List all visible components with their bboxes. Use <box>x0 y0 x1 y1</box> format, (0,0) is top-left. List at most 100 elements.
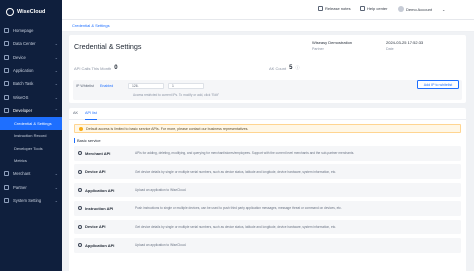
ip-whitelist-note: Access restricted to current IPs. To mod… <box>133 93 219 97</box>
chevron-down-icon: ⌄ <box>54 68 58 74</box>
logo-icon <box>6 8 14 16</box>
api-calls-label: API Calls This Month <box>74 65 112 71</box>
release-notes-link[interactable]: Release notes <box>318 6 351 11</box>
chevron-down-icon: ⌄ <box>54 41 58 47</box>
list-item[interactable]: Merchant API APIs for adding, deleting, … <box>74 146 461 161</box>
sidebar-item-label: Application <box>13 68 34 74</box>
org-name: Wiseasy Demostration <box>312 40 353 45</box>
sidebar-item-label: Data Center <box>13 41 36 47</box>
partner-icon <box>4 184 9 190</box>
list-item[interactable]: Application API Upload an application to… <box>74 237 461 253</box>
notice-banner: Default access is limited to basic servi… <box>74 124 461 133</box>
api-icon <box>78 206 82 211</box>
list-item[interactable]: Device API Get device details by single … <box>74 219 461 235</box>
sidebar-item-label: Homepage <box>13 28 34 34</box>
sidebar-item-application[interactable]: Application ⌄ <box>0 64 62 77</box>
release-notes-label: Release notes <box>325 6 351 11</box>
sidebar-subitem-credential-settings[interactable]: Credential & Settings <box>0 117 62 130</box>
sidebar-item-homepage[interactable]: Homepage <box>0 24 62 37</box>
api-name: Device API <box>85 169 106 175</box>
top-bar: Release notes Help center Demo Account ⌄ <box>62 0 474 20</box>
device-icon <box>4 54 9 60</box>
logo[interactable]: WiseCloud <box>0 0 62 24</box>
ak-count-stat: AK Count 5 ⓘ <box>269 65 299 71</box>
chevron-up-icon: ⌃ <box>54 107 58 113</box>
org-date-label: Date <box>386 47 394 51</box>
ip-whitelist-box: IP Whitelist Enabled 126. 1 Access restr… <box>73 80 462 100</box>
api-description: Upload an application to WiseCloud. <box>135 188 187 193</box>
sidebar-item-system-setting[interactable]: System Setting ⌄ <box>0 194 62 207</box>
sidebar-item-merchant[interactable]: Merchant ⌄ <box>0 167 62 180</box>
main-content: Credential & Settings Wiseasy Demostrati… <box>69 35 466 271</box>
info-icon[interactable]: ⓘ <box>295 65 299 71</box>
api-name: Merchant API <box>85 150 111 156</box>
warning-icon <box>79 126 83 131</box>
tab-ak[interactable]: AK <box>73 111 78 115</box>
api-name: Application API <box>85 187 115 193</box>
account-name: Demo Account <box>406 6 433 12</box>
ip-chip: 1 <box>168 83 204 89</box>
api-name: Application API <box>85 242 115 248</box>
ip-whitelist-status: Enabled <box>100 84 114 88</box>
sidebar-item-label: Partner <box>13 184 27 190</box>
ak-count-label: AK Count <box>269 65 287 71</box>
help-center-label: Help center <box>367 6 388 11</box>
list-item[interactable]: Device API Get device details by single … <box>74 164 461 179</box>
notice-text: Default access is limited to basic servi… <box>86 126 249 131</box>
sidebar-item-label: System Setting <box>13 197 42 203</box>
sidebar-item-label: Batch Task <box>13 81 34 87</box>
sidebar-item-wiseos[interactable]: WiseOS ⌄ <box>0 90 62 103</box>
api-card: AK API list Default access is limited to… <box>69 108 466 271</box>
list-item[interactable]: Application API Upload an application to… <box>74 182 461 198</box>
help-icon <box>360 6 365 11</box>
home-icon <box>4 28 9 34</box>
section-title: Basic service <box>74 138 466 143</box>
account-menu[interactable]: Demo Account ⌄ <box>398 6 445 12</box>
api-description: Get device details by single or multiple… <box>135 224 337 229</box>
os-icon <box>4 94 9 100</box>
breadcrumb[interactable]: Credential & Settings <box>62 20 474 32</box>
list-item[interactable]: Instruction API Push instructions to sin… <box>74 201 461 216</box>
header-card: Credential & Settings Wiseasy Demostrati… <box>69 35 466 103</box>
chevron-down-icon: ⌄ <box>54 81 58 87</box>
tab-active-indicator <box>85 119 97 120</box>
chevron-down-icon: ⌄ <box>54 94 58 100</box>
sidebar-item-batch-task[interactable]: Batch Task ⌄ <box>0 77 62 90</box>
chevron-down-icon: ⌄ <box>442 6 446 12</box>
document-icon <box>318 6 323 11</box>
api-name: Instruction API <box>85 205 114 211</box>
api-description: APIs for adding, deleting, modifying, an… <box>135 151 355 156</box>
ip-whitelist-label: IP Whitelist <box>76 84 94 88</box>
api-icon <box>78 188 82 193</box>
sidebar: WiseCloud Homepage Data Center ⌄ Device ⌄ … <box>0 0 62 271</box>
setting-icon <box>4 197 9 203</box>
chevron-down-icon: ⌄ <box>54 184 58 190</box>
sidebar-subitem-instruction-record[interactable]: Instruction Record <box>0 130 62 143</box>
sidebar-item-label: WiseOS <box>13 94 29 100</box>
chevron-down-icon: ⌄ <box>54 171 58 177</box>
add-ip-whitelist-button[interactable]: Add IP to whitelist <box>417 80 459 89</box>
api-description: Get device details by single or multiple… <box>135 169 337 174</box>
api-icon <box>78 224 82 229</box>
chevron-down-icon: ⌄ <box>54 54 58 60</box>
sidebar-item-label: Device <box>13 54 26 60</box>
api-description: Upload an application to WiseCloud. <box>135 243 187 248</box>
api-calls-stat: API Calls This Month 0 <box>74 65 118 71</box>
code-icon <box>4 107 9 113</box>
help-center-link[interactable]: Help center <box>360 6 387 11</box>
org-role: Partner <box>312 47 324 51</box>
org-date-value: 2024-03-25 17:52:33 <box>386 40 424 45</box>
api-icon <box>78 169 82 174</box>
api-description: Push instructions to single or multiple … <box>135 206 342 211</box>
sidebar-item-device[interactable]: Device ⌄ <box>0 51 62 64</box>
sidebar-item-data-center[interactable]: Data Center ⌄ <box>0 37 62 50</box>
sidebar-item-partner[interactable]: Partner ⌄ <box>0 180 62 193</box>
tab-api-list[interactable]: API list <box>85 111 97 115</box>
sidebar-item-developer[interactable]: Developer ⌃ <box>0 104 62 117</box>
sidebar-subitem-metrics[interactable]: Metrics <box>0 155 62 168</box>
api-icon <box>78 151 82 156</box>
api-name: Device API <box>85 224 106 230</box>
sidebar-subitem-developer-tools[interactable]: Developer Tools <box>0 142 62 155</box>
database-icon <box>4 41 9 47</box>
logo-text: WiseCloud <box>17 9 46 15</box>
